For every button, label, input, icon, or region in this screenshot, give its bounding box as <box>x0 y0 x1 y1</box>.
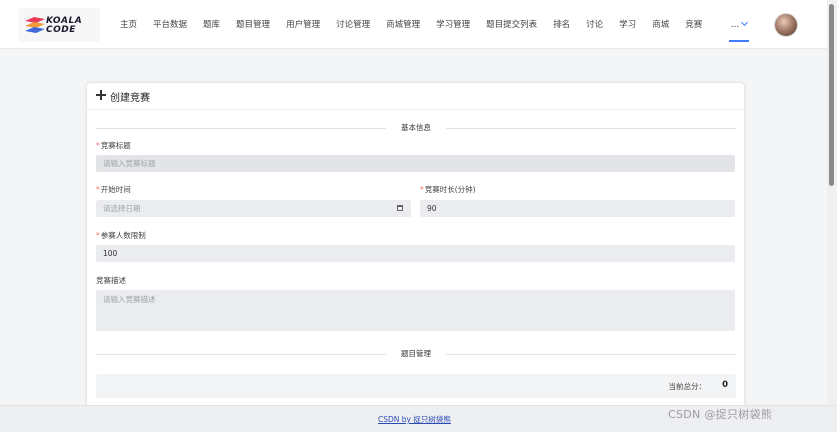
logo-text-line2: CODE <box>46 25 76 35</box>
footer-link[interactable]: CSDN by 捉只树袋熊 <box>378 414 451 425</box>
nav-more-label: ... <box>730 20 740 30</box>
nav-more-dropdown[interactable]: ... <box>729 14 749 42</box>
nav-item-discussion[interactable]: 讨论 <box>578 18 611 30</box>
max-participants-label: *参赛人数限制 <box>96 231 146 240</box>
nav-item-platform-data[interactable]: 平台数据 <box>145 18 195 30</box>
nav-item-problem-management[interactable]: 题目管理 <box>228 18 278 30</box>
contest-title-label: *竞赛标题 <box>96 141 131 150</box>
duration-input[interactable]: 90 <box>420 200 735 217</box>
nav-item-ranking[interactable]: 排名 <box>545 18 578 30</box>
start-time-placeholder: 请选择日期 <box>103 204 141 213</box>
nav-item-learning[interactable]: 学习 <box>611 18 644 30</box>
create-contest-card: 创建竞赛 基本信息 *竞赛标题 请输入竞赛标题 *开始时间 请选择日期 *竞赛时… <box>86 82 745 407</box>
total-score-bar: 当前总分： 0 <box>96 374 736 398</box>
koala-code-logo[interactable]: KOALA CODE <box>18 8 100 42</box>
nav-item-shop[interactable]: 商城 <box>644 18 677 30</box>
page-title: 创建竞赛 <box>110 93 150 104</box>
card-header: 创建竞赛 <box>87 83 744 110</box>
nav-item-home[interactable]: 主页 <box>112 18 145 30</box>
main-nav: 主页 平台数据 题库 题目管理 用户管理 讨论管理 商城管理 学习管理 题目提交… <box>112 0 710 48</box>
max-participants-input[interactable]: 100 <box>96 245 735 262</box>
section-divider-problems: 题目管理 <box>96 348 736 360</box>
nav-item-discussion-management[interactable]: 讨论管理 <box>328 18 378 30</box>
nav-item-shop-management[interactable]: 商城管理 <box>378 18 428 30</box>
section-title-basic: 基本信息 <box>401 123 431 132</box>
logo-mark-icon <box>25 17 45 33</box>
start-time-date-picker[interactable]: 请选择日期 <box>96 200 411 217</box>
calendar-icon[interactable] <box>397 205 403 211</box>
scrollbar-thumb[interactable] <box>829 4 834 186</box>
nav-item-learning-management[interactable]: 学习管理 <box>428 18 478 30</box>
nav-item-submission-list[interactable]: 题目提交列表 <box>478 18 545 30</box>
nav-item-contest[interactable]: 竞赛 <box>677 18 710 30</box>
total-score-label: 当前总分： <box>668 382 707 391</box>
chevron-down-icon <box>741 18 749 27</box>
plus-icon <box>96 90 106 100</box>
total-score-value: 0 <box>722 380 728 390</box>
top-nav-bar: KOALA CODE 主页 平台数据 题库 题目管理 用户管理 讨论管理 商城管… <box>0 0 837 49</box>
nav-item-problem-bank[interactable]: 题库 <box>195 18 228 30</box>
contest-title-input[interactable]: 请输入竞赛标题 <box>96 155 735 172</box>
description-textarea[interactable]: 请输入竞赛描述 <box>96 290 735 331</box>
duration-label: *竞赛时长(分钟) <box>420 185 476 194</box>
csdn-watermark: CSDN @捉只树袋熊 <box>668 408 773 421</box>
user-avatar[interactable] <box>774 13 798 37</box>
section-title-problems: 题目管理 <box>401 349 431 358</box>
section-divider-basic: 基本信息 <box>96 122 736 134</box>
description-label: 竞赛描述 <box>96 276 126 285</box>
nav-item-user-management[interactable]: 用户管理 <box>278 18 328 30</box>
start-time-label: *开始时间 <box>96 185 131 194</box>
